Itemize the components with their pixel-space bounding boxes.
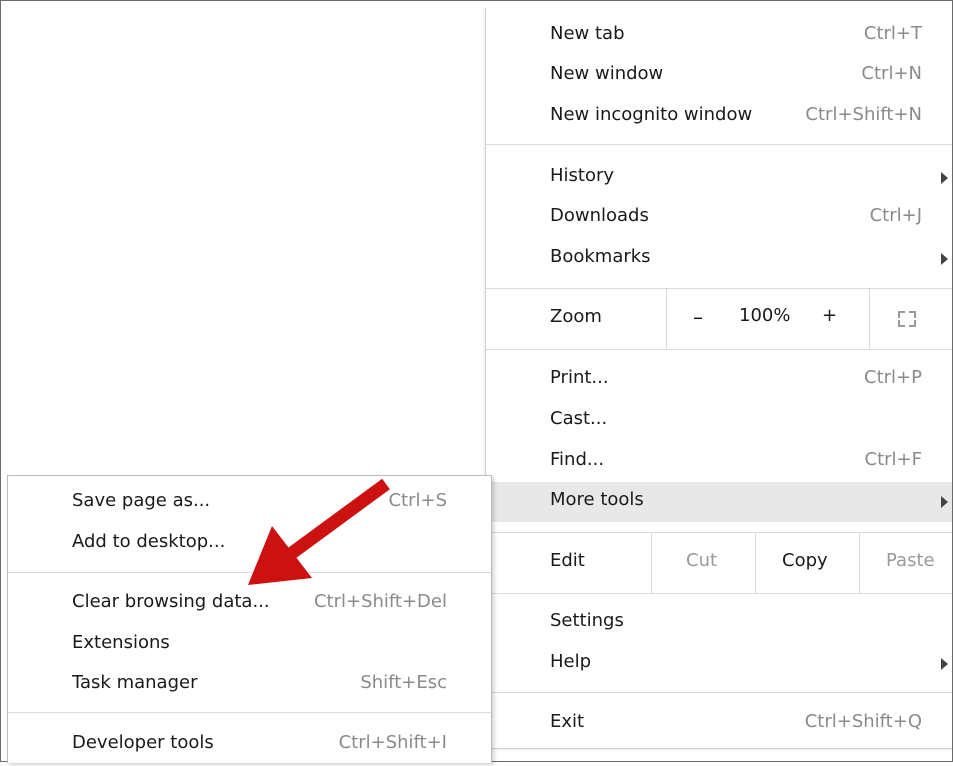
menu-item-exit[interactable]: Exit Ctrl+Shift+Q [486,704,952,744]
menu-separator [486,692,952,693]
zoom-row: Zoom – 100% + [486,289,952,349]
menu-separator [486,593,952,594]
fullscreen-icon[interactable] [898,311,916,327]
edit-row: Edit Cut Copy Paste [486,533,952,593]
menu-item-shortcut: Ctrl+P [864,367,922,388]
submenu-item-shortcut: Shift+Esc [360,672,447,693]
zoom-divider [869,289,870,349]
menu-item-label: Bookmarks [550,246,651,267]
submenu-item-task-manager[interactable]: Task manager Shift+Esc [8,666,491,706]
menu-item-print[interactable]: Print... Ctrl+P [486,360,952,400]
edit-label: Edit [550,550,585,571]
menu-item-label: Help [550,651,592,672]
menu-item-label: Downloads [550,205,649,226]
menu-item-shortcut: Ctrl+T [863,23,922,44]
submenu-item-clear-browsing-data[interactable]: Clear browsing data... Ctrl+Shift+Del [8,585,491,625]
submenu-item-label: Clear browsing data... [72,591,270,612]
menu-item-label: Find... [550,449,605,470]
submenu-item-label: Task manager [72,672,198,693]
menu-item-shortcut: Ctrl+F [864,449,922,470]
menu-item-shortcut: Ctrl+Shift+N [805,104,922,125]
menu-item-bookmarks[interactable]: Bookmarks [486,239,952,279]
submenu-item-developer-tools[interactable]: Developer tools Ctrl+Shift+I [8,726,491,766]
menu-item-new-incognito-window[interactable]: New incognito window Ctrl+Shift+N [486,97,952,137]
submenu-item-label: Add to desktop... [72,531,226,552]
submenu-item-add-to-desktop[interactable]: Add to desktop... [8,525,491,565]
chrome-main-menu: New tab Ctrl+T New window Ctrl+N New inc… [485,8,952,749]
menu-item-label: Print... [550,367,609,388]
menu-item-cast[interactable]: Cast... [486,401,952,441]
submenu-separator [8,712,491,713]
menu-item-shortcut: Ctrl+N [861,63,922,84]
menu-separator [486,144,952,145]
submenu-arrow-icon [941,496,948,508]
menu-item-help[interactable]: Help [486,644,952,684]
submenu-item-shortcut: Ctrl+S [388,490,447,511]
menu-item-shortcut: Ctrl+J [869,205,922,226]
submenu-arrow-icon [941,172,948,184]
edit-divider [651,533,652,593]
submenu-item-label: Save page as... [72,490,211,511]
menu-item-shortcut: Ctrl+Shift+Q [804,711,922,732]
menu-item-label: New incognito window [550,104,753,125]
menu-item-label: New window [550,63,664,84]
submenu-item-label: Developer tools [72,732,214,753]
menu-item-find[interactable]: Find... Ctrl+F [486,442,952,482]
menu-item-label: Settings [550,610,624,631]
menu-item-settings[interactable]: Settings [486,603,952,643]
zoom-in-button[interactable]: + [822,305,837,326]
menu-item-label: Cast... [550,408,608,429]
menu-item-label: More tools [550,489,644,510]
paste-button[interactable]: Paste [886,550,935,571]
zoom-divider [666,289,667,349]
submenu-item-label: Extensions [72,632,170,653]
menu-item-history[interactable]: History [486,158,952,198]
menu-separator [486,349,952,350]
menu-item-downloads[interactable]: Downloads Ctrl+J [486,198,952,238]
zoom-level: 100% [739,305,791,326]
submenu-arrow-icon [941,253,948,265]
submenu-item-extensions[interactable]: Extensions [8,626,491,666]
submenu-item-shortcut: Ctrl+Shift+I [338,732,447,753]
menu-item-new-tab[interactable]: New tab Ctrl+T [486,16,952,56]
menu-item-new-window[interactable]: New window Ctrl+N [486,56,952,96]
menu-item-label: History [550,165,615,186]
menu-item-label: New tab [550,23,625,44]
copy-button[interactable]: Copy [782,550,828,571]
menu-item-label: Exit [550,711,585,732]
menu-item-more-tools[interactable]: More tools [486,482,952,522]
submenu-item-save-page-as[interactable]: Save page as... Ctrl+S [8,484,491,524]
submenu-item-shortcut: Ctrl+Shift+Del [313,591,447,612]
submenu-separator [8,572,491,573]
submenu-arrow-icon [941,658,948,670]
more-tools-submenu: Save page as... Ctrl+S Add to desktop...… [7,475,492,763]
edit-divider [755,533,756,593]
zoom-label: Zoom [550,306,602,327]
cut-button[interactable]: Cut [686,550,717,571]
zoom-out-button[interactable]: – [693,305,703,329]
edit-divider [859,533,860,593]
